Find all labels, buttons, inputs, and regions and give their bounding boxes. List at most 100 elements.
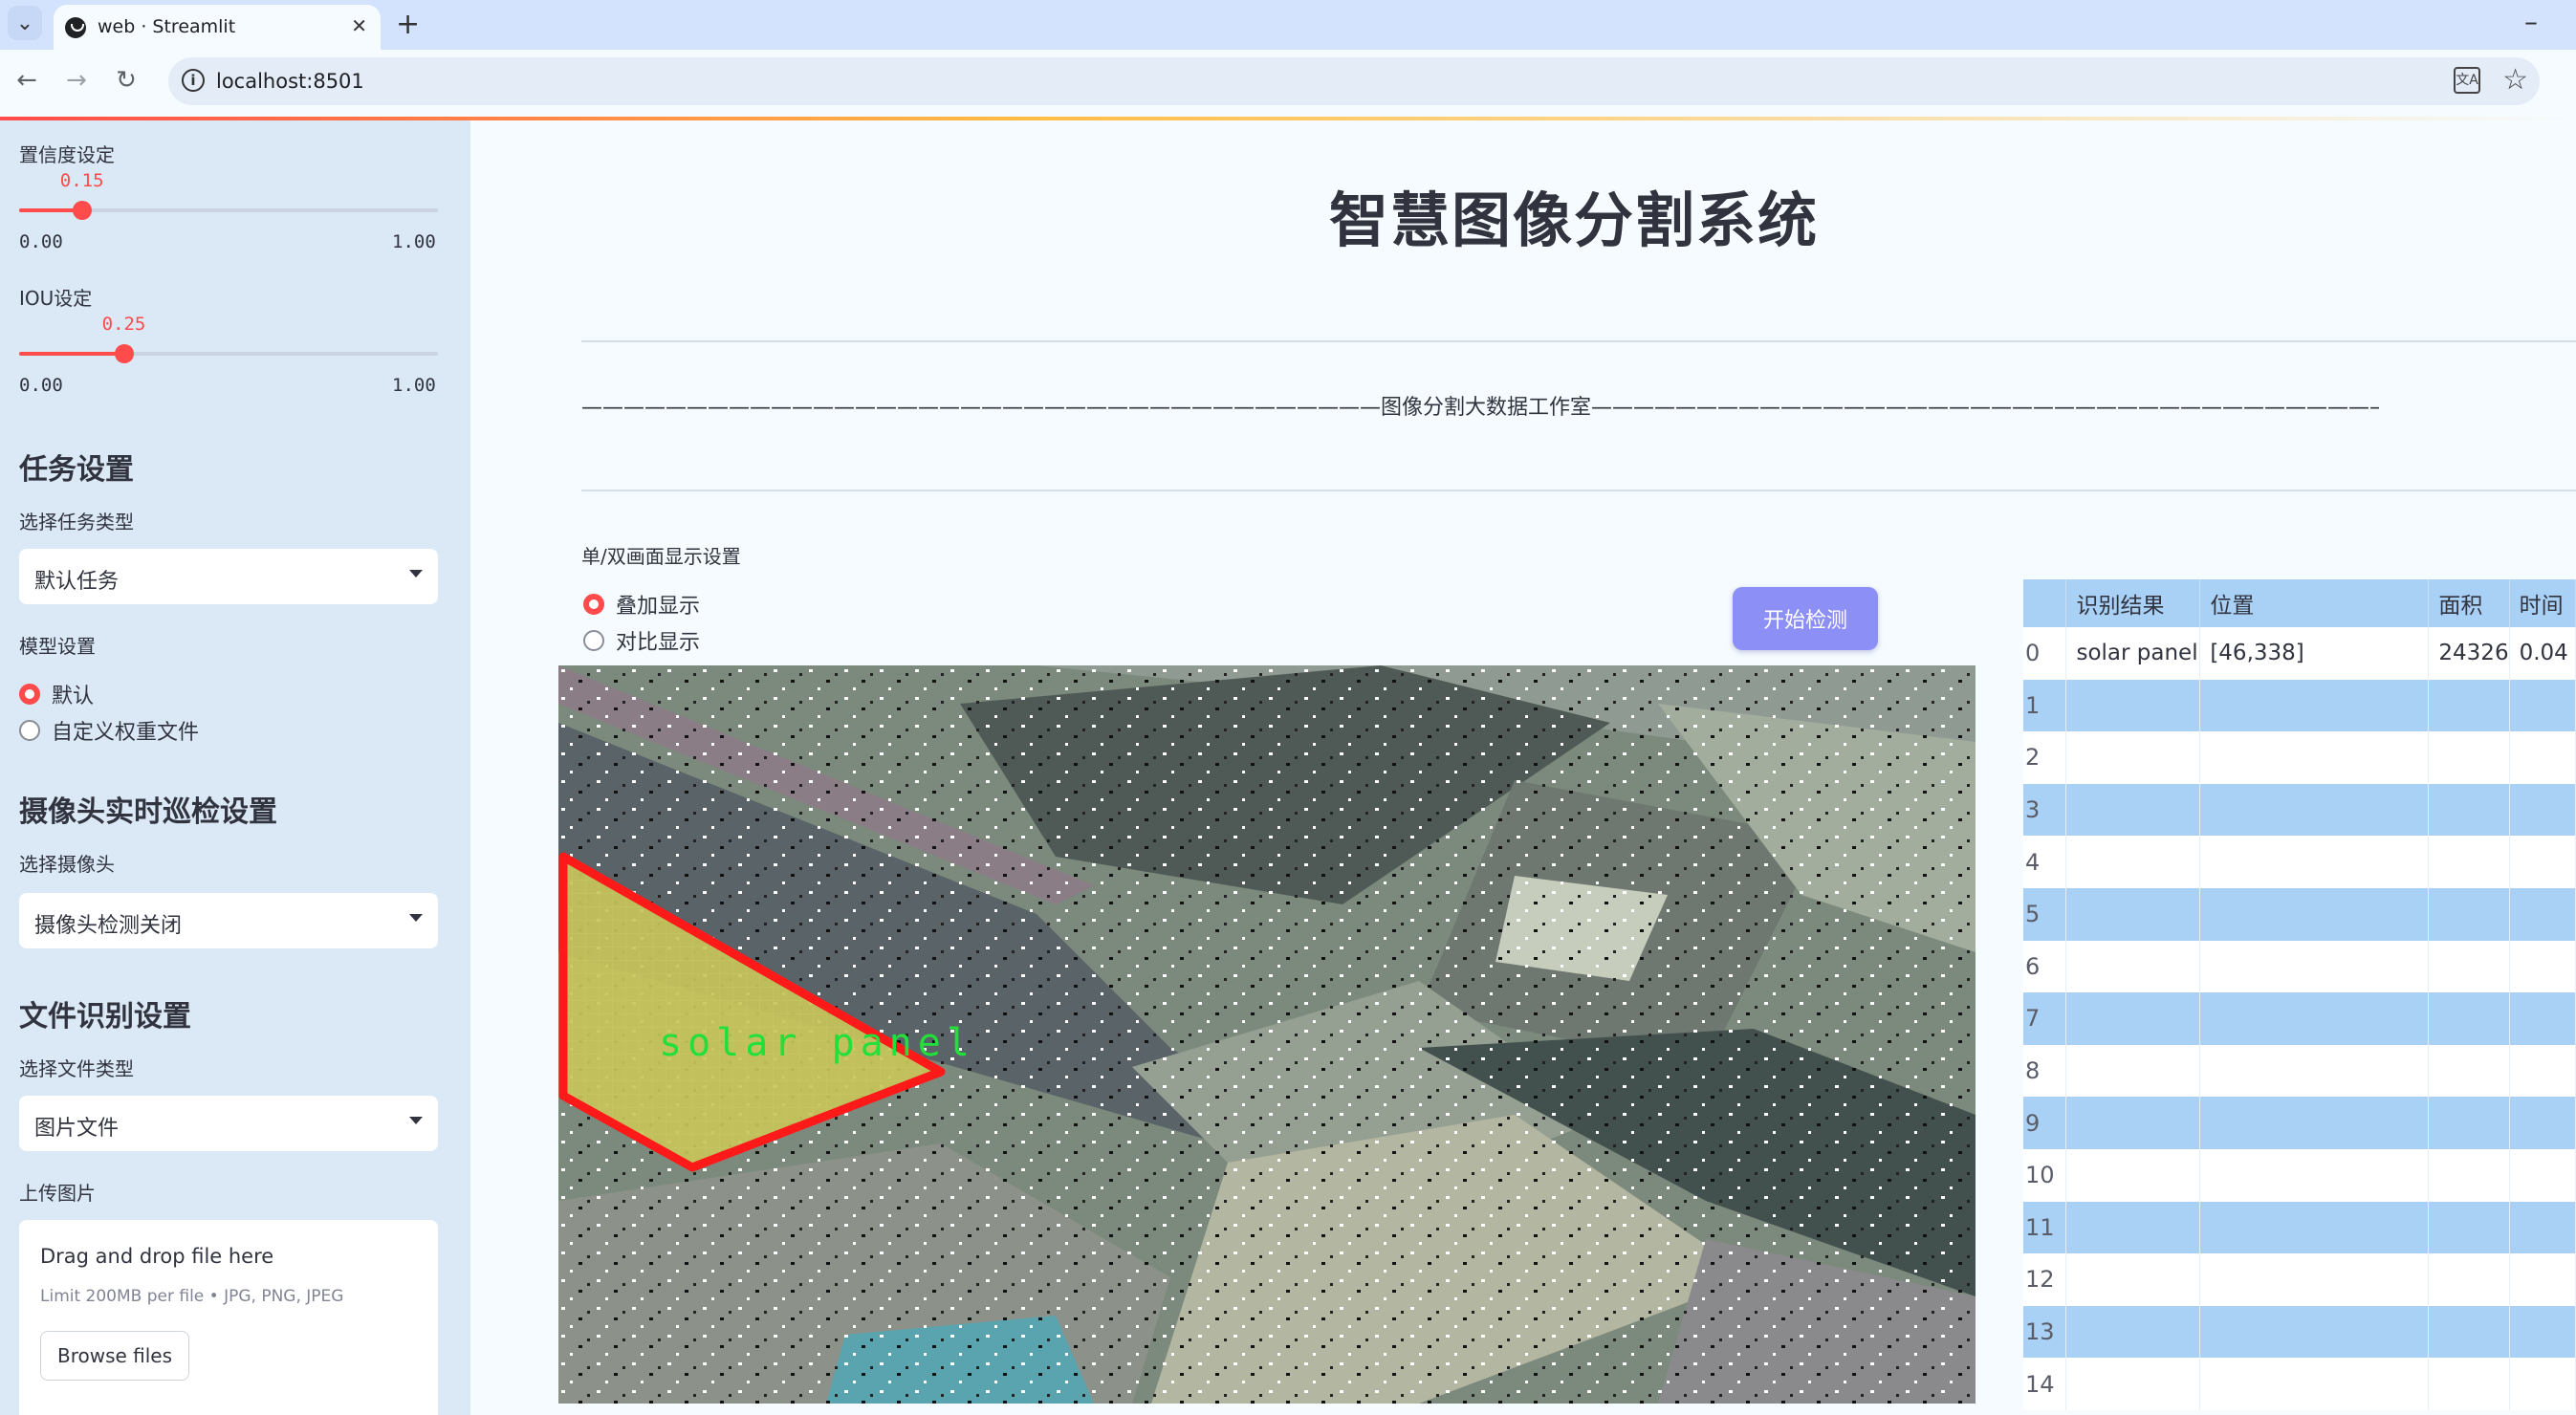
- table-cell[interactable]: [2065, 783, 2201, 837]
- table-cell[interactable]: [2509, 887, 2576, 941]
- confidence-slider[interactable]: 0.15: [19, 170, 438, 220]
- table-cell[interactable]: [2199, 1044, 2430, 1098]
- table-cell[interactable]: [2509, 1044, 2576, 1098]
- radio-unselected-icon[interactable]: [583, 630, 604, 651]
- row-index[interactable]: 11: [2023, 1201, 2067, 1254]
- row-index[interactable]: 0: [2023, 627, 2067, 680]
- tab-search-chevron-icon[interactable]: ⌄: [8, 6, 42, 40]
- translate-icon[interactable]: 文A: [2454, 67, 2480, 94]
- column-header-index[interactable]: [2023, 579, 2067, 627]
- column-header-area[interactable]: 面积: [2428, 579, 2510, 627]
- window-minimize-icon[interactable]: –: [2524, 6, 2538, 37]
- table-cell[interactable]: [2428, 1044, 2510, 1098]
- url-text[interactable]: localhost:8501: [216, 70, 364, 93]
- table-row[interactable]: 6: [2023, 940, 2576, 993]
- table-cell[interactable]: [2199, 887, 2430, 941]
- table-cell[interactable]: [2065, 679, 2201, 732]
- row-index[interactable]: 10: [2023, 1148, 2067, 1202]
- table-cell[interactable]: [2509, 1148, 2576, 1202]
- iou-slider-thumb[interactable]: [114, 344, 134, 363]
- table-cell[interactable]: [2509, 783, 2576, 837]
- table-row[interactable]: 4: [2023, 836, 2576, 888]
- table-cell[interactable]: 24326: [2428, 627, 2510, 680]
- table-cell[interactable]: [2509, 1097, 2576, 1149]
- model-option-custom[interactable]: 自定义权重文件: [19, 715, 199, 746]
- table-cell[interactable]: [2509, 836, 2576, 888]
- table-cell[interactable]: [2509, 1358, 2576, 1410]
- row-index[interactable]: 2: [2023, 731, 2067, 784]
- forward-arrow-icon[interactable]: →: [57, 61, 96, 99]
- browse-files-button[interactable]: Browse files: [40, 1331, 189, 1381]
- table-cell[interactable]: [2428, 836, 2510, 888]
- row-index[interactable]: 3: [2023, 783, 2067, 837]
- table-cell[interactable]: [2199, 679, 2430, 732]
- model-option-default[interactable]: 默认: [19, 679, 94, 709]
- browser-tab[interactable]: web · Streamlit ✕: [54, 5, 381, 50]
- row-index[interactable]: 4: [2023, 836, 2067, 888]
- table-cell[interactable]: 0.04: [2509, 627, 2576, 680]
- table-cell[interactable]: solar panel: [2065, 627, 2201, 680]
- table-cell[interactable]: [2509, 1201, 2576, 1254]
- display-option-overlay[interactable]: 叠加显示: [583, 589, 700, 620]
- table-cell[interactable]: [2428, 783, 2510, 837]
- table-cell[interactable]: [2065, 1044, 2201, 1098]
- row-index[interactable]: 8: [2023, 1044, 2067, 1098]
- table-cell[interactable]: [2199, 731, 2430, 784]
- table-cell[interactable]: [2428, 940, 2510, 993]
- table-row[interactable]: 10: [2023, 1148, 2576, 1202]
- camera-select[interactable]: 摄像头检测关闭: [19, 893, 438, 948]
- file-type-select[interactable]: 图片文件: [19, 1096, 438, 1151]
- table-cell[interactable]: [2428, 1097, 2510, 1149]
- table-cell[interactable]: [2428, 1201, 2510, 1254]
- table-row[interactable]: 14: [2023, 1358, 2576, 1410]
- table-cell[interactable]: [2199, 940, 2430, 993]
- table-cell[interactable]: [2428, 992, 2510, 1045]
- table-cell[interactable]: [2199, 836, 2430, 888]
- table-cell[interactable]: [2428, 1148, 2510, 1202]
- table-cell[interactable]: [2509, 1253, 2576, 1306]
- table-cell[interactable]: [2065, 1305, 2201, 1359]
- row-index[interactable]: 12: [2023, 1253, 2067, 1306]
- table-cell[interactable]: [2199, 1358, 2430, 1410]
- display-option-compare[interactable]: 对比显示: [583, 625, 700, 656]
- table-cell[interactable]: [2428, 887, 2510, 941]
- results-table[interactable]: 识别结果 位置 面积 时间 0 solar panel [46,338] 24326 0…: [2023, 579, 2576, 1415]
- table-cell[interactable]: [2199, 1305, 2430, 1359]
- confidence-slider-thumb[interactable]: [72, 201, 92, 220]
- table-cell[interactable]: [2199, 992, 2430, 1045]
- reload-icon[interactable]: ↻: [107, 61, 145, 99]
- table-row[interactable]: 2: [2023, 731, 2576, 784]
- table-cell[interactable]: [2199, 1253, 2430, 1306]
- table-row[interactable]: 5: [2023, 887, 2576, 941]
- table-cell[interactable]: [2199, 1201, 2430, 1254]
- radio-selected-icon[interactable]: [583, 594, 604, 615]
- table-cell[interactable]: [2065, 940, 2201, 993]
- table-cell[interactable]: [2509, 1305, 2576, 1359]
- radio-unselected-icon[interactable]: [19, 720, 40, 741]
- table-row[interactable]: 7: [2023, 992, 2576, 1045]
- table-row[interactable]: 11: [2023, 1201, 2576, 1254]
- start-detection-button[interactable]: 开始检测: [1733, 587, 1878, 650]
- table-cell[interactable]: [2065, 1358, 2201, 1410]
- address-bar[interactable]: i localhost:8501 文A ☆: [168, 57, 2540, 105]
- table-row[interactable]: 12: [2023, 1253, 2576, 1306]
- row-index[interactable]: 14: [2023, 1358, 2067, 1410]
- table-cell[interactable]: [2509, 940, 2576, 993]
- file-dropzone[interactable]: Drag and drop file here Limit 200MB per …: [19, 1220, 438, 1415]
- back-arrow-icon[interactable]: ←: [8, 61, 46, 99]
- table-row[interactable]: 13: [2023, 1305, 2576, 1359]
- iou-slider[interactable]: 0.25: [19, 314, 438, 363]
- table-cell[interactable]: [2065, 887, 2201, 941]
- table-cell[interactable]: [2428, 679, 2510, 732]
- column-header-result[interactable]: 识别结果: [2065, 579, 2201, 627]
- table-cell[interactable]: [46,338]: [2199, 627, 2430, 680]
- row-index[interactable]: 5: [2023, 887, 2067, 941]
- table-row[interactable]: 9: [2023, 1097, 2576, 1149]
- bookmark-star-icon[interactable]: ☆: [2502, 63, 2528, 97]
- table-cell[interactable]: [2509, 679, 2576, 732]
- task-type-select[interactable]: 默认任务: [19, 549, 438, 604]
- table-cell[interactable]: [2428, 1358, 2510, 1410]
- table-cell[interactable]: [2509, 731, 2576, 784]
- row-index[interactable]: 1: [2023, 679, 2067, 732]
- table-cell[interactable]: [2065, 836, 2201, 888]
